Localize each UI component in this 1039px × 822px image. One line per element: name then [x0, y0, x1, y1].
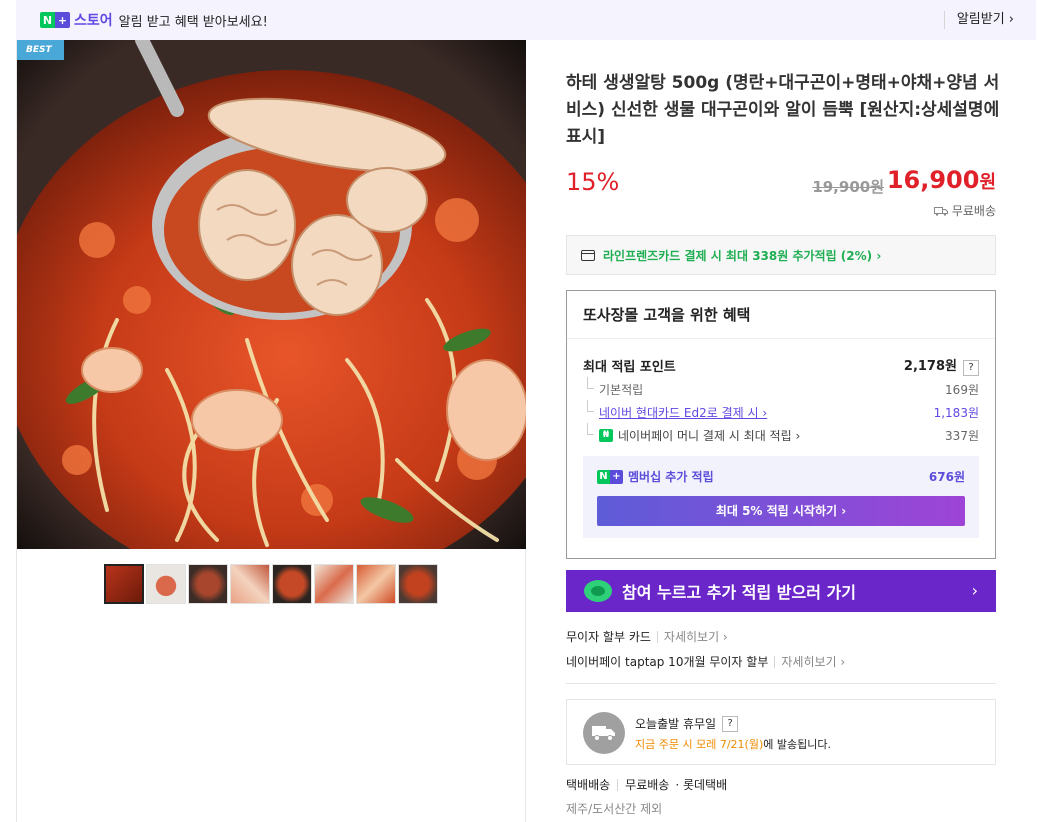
- thumbnail[interactable]: [398, 564, 438, 604]
- currency-label: 원: [979, 172, 996, 193]
- best-badge: BEST: [17, 40, 64, 60]
- npay-money-row: ₦ 네이버페이 머니 결제 시 최대 적립 › 337원: [583, 423, 979, 444]
- join-promo-banner[interactable]: 참여 누르고 추가 적립 받으러 가기 ›: [566, 570, 996, 612]
- logo-plus: +: [612, 471, 621, 482]
- thumbnail-strip: [104, 564, 438, 604]
- installment-row: 무이자 할부 카드 자세히보기 ›: [566, 628, 728, 645]
- help-icon[interactable]: ?: [963, 360, 979, 376]
- divider: [774, 655, 776, 668]
- notification-bar: N + 스토어 알림 받고 혜택 받아보세요! 알림받기 ›: [16, 0, 1036, 40]
- membership-panel: N + 멤버십 추가 적립 676원 최대 5% 적립 시작하기 ›: [583, 456, 979, 538]
- hyundai-card-row: 네이버 현대카드 Ed2로 결제 시 › 1,183원: [583, 400, 979, 421]
- credit-card-icon: [581, 249, 595, 261]
- basic-points-value: 169원: [945, 383, 979, 397]
- thumbnail[interactable]: [146, 564, 186, 604]
- product-gallery: BEST: [16, 40, 526, 822]
- delivery-region-note: 제주/도서산간 제외: [566, 802, 663, 816]
- coin-icon: [584, 580, 612, 602]
- max-points-value-wrap: 2,178원?: [904, 355, 979, 376]
- shipping-label: 무료배송: [951, 204, 996, 218]
- join-promo-text: 참여 누르고 추가 적립 받으러 가기: [622, 583, 856, 602]
- thumbnail[interactable]: [230, 564, 270, 604]
- delivery-method: 택배배송: [566, 778, 611, 792]
- logo-n: N: [42, 13, 53, 27]
- dispatch-order-prefix: 지금 주문 시 모레: [635, 738, 720, 751]
- help-icon[interactable]: ?: [722, 715, 739, 732]
- thumbnail[interactable]: [314, 564, 354, 604]
- hyundai-card-link-wrap: 네이버 현대카드 Ed2로 결제 시 ›: [583, 400, 767, 421]
- thumbnail[interactable]: [188, 564, 228, 604]
- max-points-value: 2,178원: [903, 359, 957, 374]
- npay-installment-label: 네이버페이 taptap 10개월 무이자 할부: [566, 655, 769, 669]
- max-points-label: 최대 적립 포인트: [583, 360, 676, 375]
- sale-price: 16,900원: [887, 166, 996, 194]
- notification-message: 알림 받고 혜택 받아보세요!: [118, 14, 268, 30]
- divider: [656, 630, 658, 643]
- dispatch-title: 오늘출발 휴무일: [635, 717, 717, 731]
- divider: [617, 778, 619, 791]
- npay-installment-details-link[interactable]: 자세히보기 ›: [781, 653, 845, 670]
- naver-plus-icon: N +: [40, 12, 70, 28]
- installment-label: 무이자 할부 카드: [566, 630, 651, 644]
- dispatch-date: 7/21(월): [719, 738, 764, 751]
- truck-icon: [933, 206, 948, 216]
- delivery-truck-icon: [583, 712, 625, 754]
- npay-installment-row: 네이버페이 taptap 10개월 무이자 할부 자세히보기 ›: [566, 653, 845, 670]
- alarm-subscribe-button[interactable]: 알림받기 ›: [943, 11, 1014, 29]
- max-points-row: 최대 적립 포인트 2,178원?: [583, 355, 979, 376]
- naver-plus-icon: N +: [597, 469, 623, 484]
- logo-n: N: [599, 471, 608, 482]
- membership-start-button[interactable]: 최대 5% 적립 시작하기 ›: [597, 496, 965, 526]
- thumbnail[interactable]: [356, 564, 396, 604]
- delivery-fee: 무료배송: [625, 778, 670, 792]
- hyundai-card-value: 1,183원: [933, 406, 979, 420]
- logo-plus: +: [57, 13, 68, 27]
- benefit-heading: 또사장몰 고객을 위한 혜택: [567, 291, 995, 339]
- sale-price-value: 16,900: [886, 166, 980, 194]
- basic-points-row: 기본적립 169원: [583, 377, 979, 398]
- chevron-right-icon: ›: [971, 581, 978, 600]
- installment-details-link[interactable]: 자세히보기 ›: [664, 628, 728, 645]
- npay-icon: ₦: [599, 429, 613, 442]
- original-price: 19,900원: [812, 178, 884, 196]
- dispatch-message: 지금 주문 시 모레 7/21(월)에 발송됩니다.: [635, 736, 831, 752]
- membership-label-wrap: N + 멤버십 추가 적립: [597, 468, 714, 485]
- thumbnail[interactable]: [104, 564, 144, 604]
- membership-label: 멤버십 추가 적립: [628, 470, 714, 484]
- dispatch-order-suffix: 에 발송됩니다.: [763, 738, 831, 751]
- benefit-box: 또사장몰 고객을 위한 혜택 최대 적립 포인트 2,178원? 기본적립 16…: [566, 290, 996, 559]
- delivery-carrier: · 롯데택배: [675, 778, 728, 792]
- membership-value: 676원: [928, 470, 965, 484]
- card-promo-text: 라인프렌즈카드 결제 시 최대 338원 추가적립 (2%) ›: [603, 248, 882, 263]
- basic-points-label: 기본적립: [583, 377, 643, 398]
- main-product-image: BEST: [17, 40, 526, 549]
- card-promo-banner[interactable]: 라인프렌즈카드 결제 시 최대 338원 추가적립 (2%) ›: [566, 235, 996, 275]
- delivery-row: 택배배송 무료배송 · 롯데택배: [566, 776, 727, 793]
- stew-photo: [17, 40, 526, 549]
- naver-plus-store-logo: N + 스토어: [40, 10, 113, 30]
- dispatch-info-box: 오늘출발 휴무일 ? 지금 주문 시 모레 7/21(월)에 발송됩니다.: [566, 699, 996, 765]
- shipping-info: 무료배송: [933, 202, 996, 219]
- npay-money-value: 337원: [945, 429, 979, 443]
- divider: [566, 683, 996, 684]
- hyundai-card-link[interactable]: 네이버 현대카드 Ed2로 결제 시 ›: [599, 406, 767, 420]
- thumbnail[interactable]: [272, 564, 312, 604]
- discount-rate: 15%: [566, 168, 620, 196]
- npay-money-label-wrap: ₦ 네이버페이 머니 결제 시 최대 적립 ›: [583, 423, 800, 444]
- product-title: 하테 생생알탕 500g (명란+대구곤이+명태+야채+양념 서비스) 신선한 …: [566, 73, 1000, 147]
- membership-row: N + 멤버십 추가 적립 676원: [597, 468, 965, 485]
- store-label: 스토어: [74, 13, 113, 29]
- npay-money-link[interactable]: 네이버페이 머니 결제 시 최대 적립 ›: [618, 427, 800, 444]
- dispatch-title-row: 오늘출발 휴무일 ?: [635, 715, 739, 732]
